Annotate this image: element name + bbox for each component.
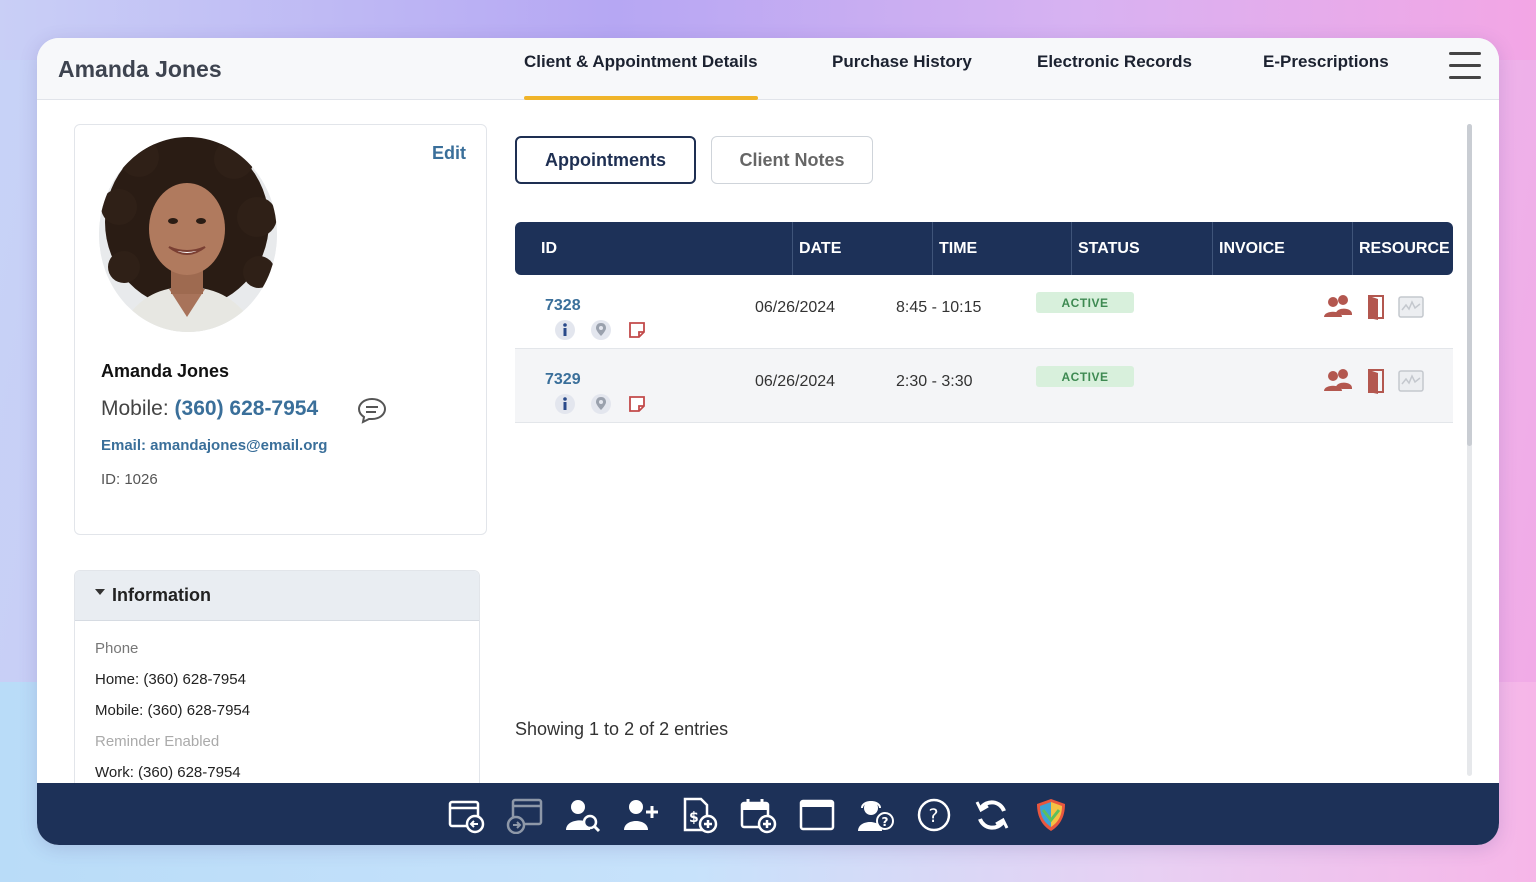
status-badge: ACTIVE <box>1036 366 1134 387</box>
search-client-icon[interactable] <box>564 796 602 834</box>
tab-client-appointment-details[interactable]: Client & Appointment Details <box>524 52 758 100</box>
tab-purchase-history[interactable]: Purchase History <box>832 52 972 100</box>
card-mobile: Mobile: (360) 628-7954 <box>101 397 318 421</box>
transfer-icon[interactable] <box>506 796 544 835</box>
column-header-status[interactable]: STATUS <box>1071 222 1140 275</box>
info-work-phone: Work: (360) 628-7954 <box>95 764 241 781</box>
table-header: ID DATE TIME STATUS INVOICE RESOURCE <box>515 222 1453 275</box>
app-window: Amanda Jones Client & Appointment Detail… <box>37 38 1499 845</box>
appointments-table: ID DATE TIME STATUS INVOICE RESOURCE 732… <box>515 222 1453 423</box>
support-icon[interactable]: ? <box>856 796 894 834</box>
add-client-icon[interactable] <box>622 796 660 834</box>
tab-electronic-records[interactable]: Electronic Records <box>1037 52 1192 100</box>
appointments-tab-button[interactable]: Appointments <box>515 136 696 184</box>
svg-text:$: $ <box>689 810 699 826</box>
client-header: Amanda Jones Client & Appointment Detail… <box>37 38 1499 100</box>
hamburger-menu-icon[interactable] <box>1449 52 1481 84</box>
card-client-name: Amanda Jones <box>101 361 230 381</box>
client-avatar <box>99 137 277 332</box>
people-icon[interactable] <box>1323 293 1352 321</box>
client-id: ID: 1026 <box>101 471 158 488</box>
client-email-link[interactable]: Email: amandajones@email.org <box>101 437 327 454</box>
people-icon[interactable] <box>1323 367 1352 395</box>
sticky-note-icon[interactable] <box>626 393 648 415</box>
shield-icon[interactable] <box>1032 796 1070 834</box>
info-mobile-phone: Mobile: (360) 628-7954 <box>95 702 251 719</box>
info-icon[interactable] <box>554 393 576 415</box>
location-pin-icon[interactable] <box>590 319 612 341</box>
info-phone-heading: Phone <box>95 640 139 657</box>
client-name-title: Amanda Jones <box>58 56 222 82</box>
tab-e-prescriptions[interactable]: E-Prescriptions <box>1263 52 1389 100</box>
scrollbar-thumb[interactable] <box>1467 124 1472 446</box>
door-icon[interactable] <box>1365 293 1393 321</box>
info-icon[interactable] <box>554 319 576 341</box>
location-pin-icon[interactable] <box>590 393 612 415</box>
column-header-resource[interactable]: RESOURCE <box>1352 222 1450 275</box>
entries-count: Showing 1 to 2 of 2 entries <box>515 719 729 739</box>
information-title: Information <box>112 585 211 605</box>
info-home-phone: Home: (360) 628-7954 <box>95 671 246 688</box>
help-icon[interactable]: ? <box>915 796 953 834</box>
mobile-number-link[interactable]: (360) 628-7954 <box>175 397 319 420</box>
checkout-icon[interactable] <box>447 796 485 834</box>
column-header-invoice[interactable]: INVOICE <box>1212 222 1285 275</box>
column-header-time[interactable]: TIME <box>932 222 977 275</box>
info-reminder-enabled: Reminder Enabled <box>95 733 220 750</box>
appointment-date: 06/26/2024 <box>755 299 836 316</box>
status-badge: ACTIVE <box>1036 292 1134 313</box>
chat-bubble-icon[interactable] <box>357 396 387 424</box>
client-notes-tab-button[interactable]: Client Notes <box>711 136 873 184</box>
appointment-time: 8:45 - 10:15 <box>896 299 982 316</box>
refresh-icon[interactable] <box>973 796 1011 834</box>
table-row[interactable]: 7329 06/26/2024 2:30 - 3:30 ACTIVE <box>515 349 1453 423</box>
appointment-date: 06/26/2024 <box>755 373 836 390</box>
appointment-time: 2:30 - 3:30 <box>896 373 973 390</box>
svg-text:?: ? <box>929 805 939 827</box>
equipment-icon[interactable] <box>1397 367 1425 395</box>
equipment-icon[interactable] <box>1397 293 1425 321</box>
svg-text:?: ? <box>882 815 889 829</box>
add-appointment-icon[interactable] <box>739 796 777 834</box>
edit-client-link[interactable]: Edit <box>432 143 466 164</box>
column-header-date[interactable]: DATE <box>792 222 841 275</box>
information-panel: Information Phone Home: (360) 628-7954 M… <box>74 570 480 790</box>
mobile-label: Mobile: <box>101 397 169 420</box>
caret-down-icon <box>95 589 105 595</box>
appointment-id-link[interactable]: 7328 <box>545 297 581 315</box>
information-header[interactable]: Information <box>75 571 479 621</box>
appointment-id-link[interactable]: 7329 <box>545 371 581 389</box>
sticky-note-icon[interactable] <box>626 319 648 341</box>
table-row[interactable]: 7328 06/26/2024 8:45 - 10:15 ACTIVE <box>515 275 1453 349</box>
door-icon[interactable] <box>1365 367 1393 395</box>
column-header-id[interactable]: ID <box>535 222 557 275</box>
client-card: Edit Amanda Jones Mobile: (360) 628-7954… <box>74 124 487 535</box>
add-invoice-icon[interactable]: $ <box>680 796 718 834</box>
window-icon[interactable] <box>798 796 836 834</box>
bottom-toolbar: $ ? ? <box>37 783 1499 845</box>
